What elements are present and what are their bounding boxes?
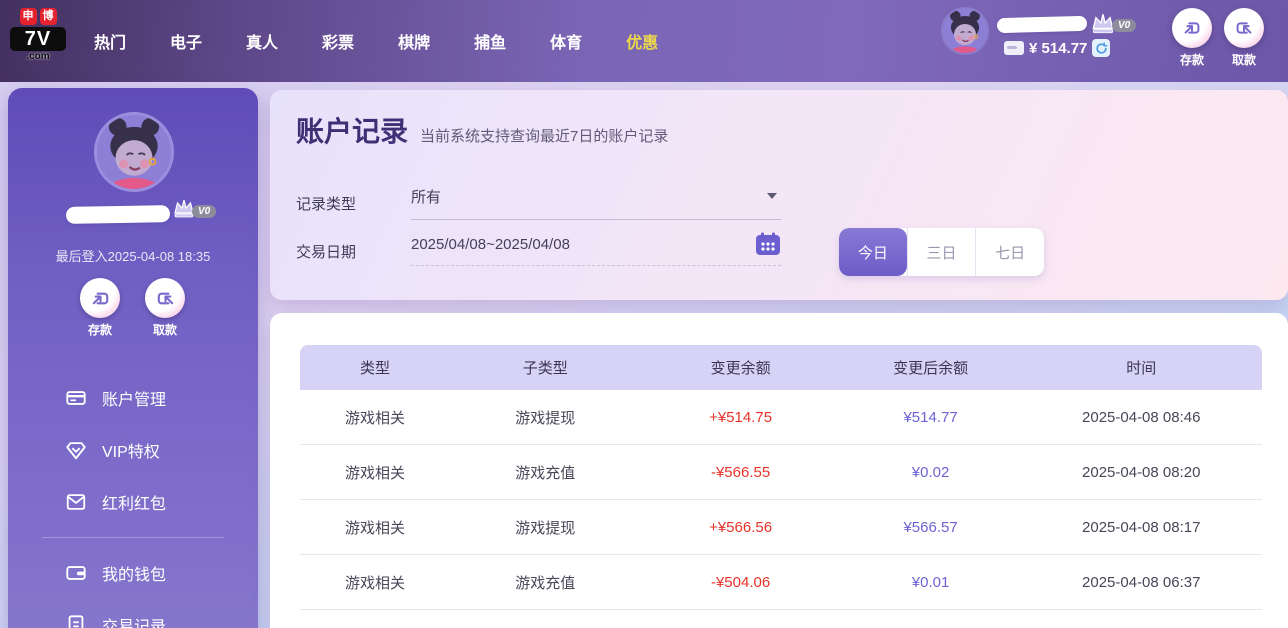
user-avatar[interactable] xyxy=(941,7,989,55)
nav-item-chess[interactable]: 棋牌 xyxy=(376,29,452,53)
sidebar: V0 最后登入2025-04-08 18:35 存款 取款 账户管理 xyxy=(8,88,258,628)
sidebar-item-account-management[interactable]: 账户管理 xyxy=(8,372,258,424)
chevron-down-icon xyxy=(767,193,777,199)
sidebar-deposit-icon xyxy=(80,278,120,318)
logo-badge-bo: 博 xyxy=(40,8,57,25)
col-change: 变更余额 xyxy=(641,357,841,378)
after-balance: ¥0.02 xyxy=(841,464,1021,481)
bank-card-icon xyxy=(65,387,87,409)
record-type-label: 记录类型 xyxy=(296,193,411,214)
nav-item-slots[interactable]: 电子 xyxy=(148,29,224,53)
col-subtype: 子类型 xyxy=(450,357,640,378)
page-subtitle: 当前系统支持查询最近7日的账户记录 xyxy=(420,125,668,146)
sidebar-masked-username xyxy=(66,205,170,224)
vip-level-badge: V0 xyxy=(1112,19,1136,32)
refresh-balance-icon[interactable] xyxy=(1092,39,1110,57)
col-time: 时间 xyxy=(1021,357,1262,378)
nav-item-sports[interactable]: 体育 xyxy=(528,29,604,53)
main-nav: 热门 电子 真人 彩票 棋牌 捕鱼 体育 优惠 xyxy=(72,0,680,82)
change-amount: +¥514.75 xyxy=(641,409,841,426)
nav-item-fishing[interactable]: 捕鱼 xyxy=(452,29,528,53)
page-title: 账户记录 xyxy=(296,110,408,150)
sidebar-menu: 账户管理 VIP特权 红利红包 我的 xyxy=(8,372,258,628)
calendar-icon[interactable] xyxy=(755,232,781,256)
change-amount: -¥504.06 xyxy=(641,574,841,591)
after-balance: ¥0.01 xyxy=(841,574,1021,591)
table-row: 游戏相关 游戏提现 +¥514.75 ¥514.77 2025-04-08 08… xyxy=(300,390,1262,445)
record-time: 2025-04-08 06:37 xyxy=(1021,574,1262,591)
record-time: 2025-04-08 08:17 xyxy=(1021,519,1262,536)
col-after: 变更后余额 xyxy=(841,357,1021,378)
record-time: 2025-04-08 08:46 xyxy=(1021,409,1262,426)
wallet-card-icon xyxy=(1004,41,1024,55)
table-row: 游戏相关 游戏提现 +¥566.56 ¥566.57 2025-04-08 08… xyxy=(300,500,1262,555)
records-table-card: 类型 子类型 变更余额 变更后余额 时间 游戏相关 游戏提现 +¥514.75 … xyxy=(270,313,1288,628)
quick-3day-button[interactable]: 三日 xyxy=(907,228,976,276)
sidebar-deposit-button[interactable]: 存款 xyxy=(77,278,123,338)
table-header-row: 类型 子类型 变更余额 变更后余额 时间 xyxy=(300,345,1262,390)
sidebar-withdraw-button[interactable]: 取款 xyxy=(142,278,188,338)
withdraw-icon xyxy=(1224,8,1264,48)
wallet-icon xyxy=(65,562,87,584)
change-amount: +¥566.56 xyxy=(641,519,841,536)
quick-today-button[interactable]: 今日 xyxy=(839,228,907,276)
red-packet-icon xyxy=(65,491,87,513)
sidebar-item-transaction-records[interactable]: 交易记录 xyxy=(8,599,258,628)
table-row: 游戏相关 游戏充值 -¥566.55 ¥0.02 2025-04-08 08:2… xyxy=(300,445,1262,500)
record-type-select[interactable]: 所有 xyxy=(411,186,781,220)
nav-item-live[interactable]: 真人 xyxy=(224,29,300,53)
deposit-button[interactable]: 存款 xyxy=(1169,8,1215,68)
record-time: 2025-04-08 08:20 xyxy=(1021,464,1262,481)
deposit-icon xyxy=(1172,8,1212,48)
logo-text: 7V xyxy=(10,27,66,51)
sidebar-item-vip-privileges[interactable]: VIP特权 xyxy=(8,424,258,476)
sidebar-withdraw-icon xyxy=(145,278,185,318)
top-navbar: 申 博 7V .com 热门 电子 真人 彩票 棋牌 捕鱼 体育 优惠 V0 ¥… xyxy=(0,0,1288,82)
nav-item-lottery[interactable]: 彩票 xyxy=(300,29,376,53)
nav-item-promos[interactable]: 优惠 xyxy=(604,29,680,53)
after-balance: ¥514.77 xyxy=(841,409,1021,426)
account-records-panel: 账户记录 当前系统支持查询最近7日的账户记录 记录类型 所有 交易日期 2025… xyxy=(270,90,1288,300)
table-row: 游戏相关 游戏充值 -¥504.06 ¥0.01 2025-04-08 06:3… xyxy=(300,555,1262,610)
document-icon xyxy=(65,614,87,628)
change-amount: -¥566.55 xyxy=(641,464,841,481)
vip-gem-icon xyxy=(65,439,87,461)
quick-7day-button[interactable]: 七日 xyxy=(975,228,1044,276)
col-type: 类型 xyxy=(300,357,450,378)
site-logo[interactable]: 申 博 7V .com xyxy=(10,8,66,62)
logo-suffix: .com xyxy=(10,51,66,62)
after-balance: ¥566.57 xyxy=(841,519,1021,536)
sidebar-item-bonus-red-packet[interactable]: 红利红包 xyxy=(8,476,258,528)
sidebar-item-my-wallet[interactable]: 我的钱包 xyxy=(8,547,258,599)
date-range-input[interactable]: 2025/04/08~2025/04/08 xyxy=(411,236,781,266)
date-quick-select: 今日 三日 七日 xyxy=(839,228,1044,276)
masked-username xyxy=(997,16,1087,33)
nav-item-hot[interactable]: 热门 xyxy=(72,29,148,53)
date-range-label: 交易日期 xyxy=(296,241,411,262)
balance-amount: ¥ 514.77 xyxy=(1029,40,1087,57)
last-login-text: 最后登入2025-04-08 18:35 xyxy=(8,246,258,265)
withdraw-button[interactable]: 取款 xyxy=(1221,8,1267,68)
logo-badge-shen: 申 xyxy=(20,8,37,25)
sidebar-avatar xyxy=(94,112,174,192)
sidebar-vip-level-badge: V0 xyxy=(192,205,216,218)
sidebar-divider xyxy=(42,537,224,538)
